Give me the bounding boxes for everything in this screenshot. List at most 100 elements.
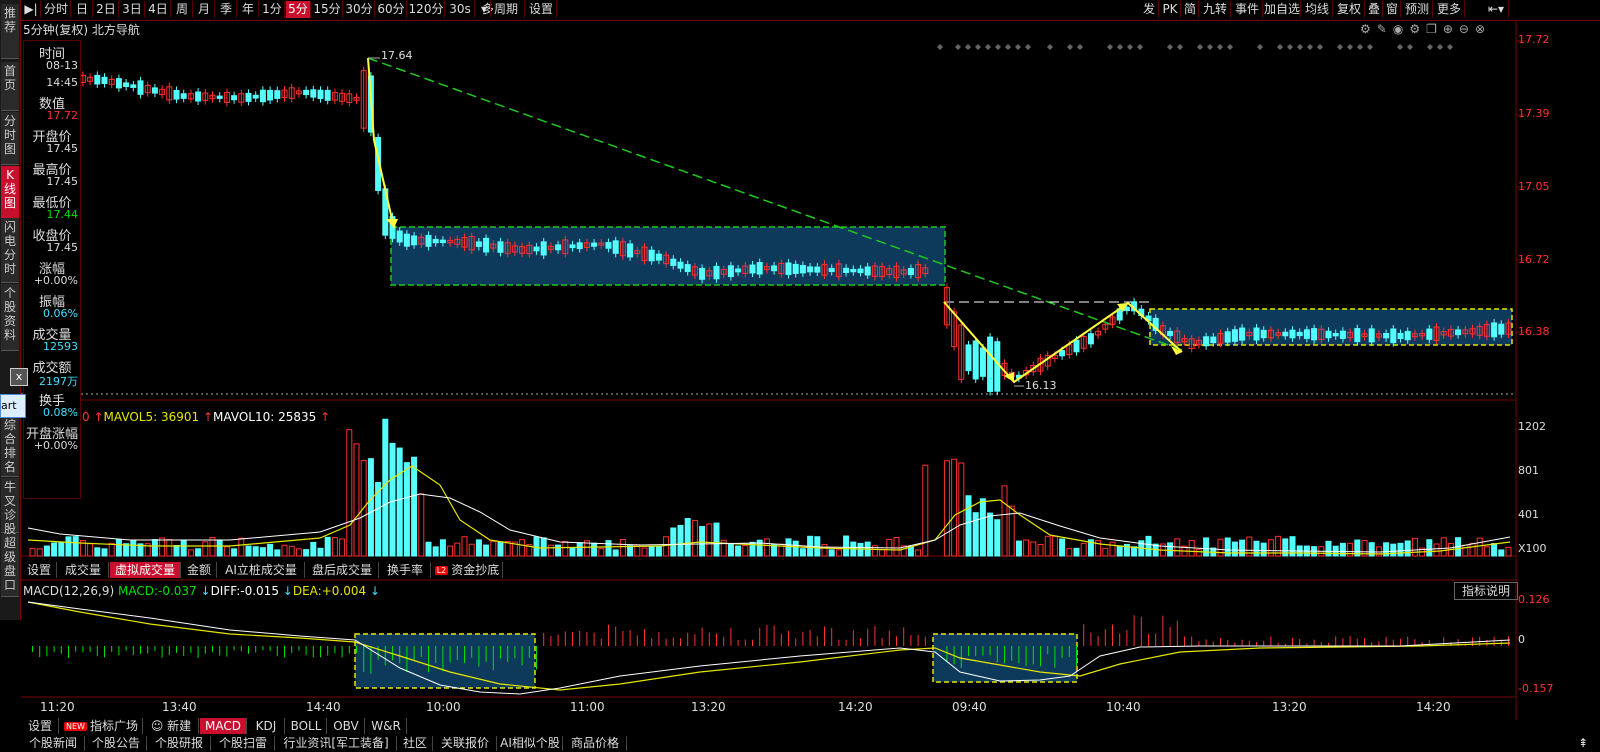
price-axis-label: 17.39	[1518, 107, 1550, 120]
volume-bar	[1498, 549, 1505, 557]
popup-start-button[interactable]: art	[0, 394, 26, 418]
signal-diamond-icon	[1127, 44, 1133, 50]
popup-close-button[interactable]: x	[10, 368, 28, 386]
volume-bar	[713, 522, 720, 557]
volume-bar	[763, 538, 770, 557]
price-axis-label: 17.05	[1518, 180, 1550, 193]
bottom-tab[interactable]: 社区	[398, 736, 433, 751]
volume-bar	[857, 542, 864, 557]
volume-bar	[576, 542, 583, 557]
collapse-icon[interactable]: ⇞	[1568, 736, 1598, 751]
volume-bar	[987, 512, 994, 557]
volume-bar	[497, 541, 504, 557]
candle-body	[252, 94, 259, 99]
volume-axis-label: 801	[1518, 464, 1539, 477]
signal-diamond-icon	[1177, 44, 1183, 50]
volume-bar	[1469, 542, 1476, 557]
quote-info-panel: 时间 08-13 14:45 数值 17.72 开盘价 17.45 最高价 17.45 最低价 17…	[23, 40, 81, 499]
volume-bar	[29, 547, 36, 557]
macd-value: -0.037	[157, 584, 197, 598]
dea-label: DEA:	[292, 584, 322, 598]
bottom-tab[interactable]: 个股扫雷	[212, 736, 275, 751]
indicator-tab[interactable]: OBV	[328, 718, 365, 734]
candle-body	[94, 74, 101, 85]
volume-tab-label: 虚拟成交量	[114, 563, 175, 577]
candle-body	[1303, 329, 1310, 339]
volume-bar	[1015, 540, 1022, 557]
volume-bar	[108, 542, 115, 557]
volume-bar	[1390, 543, 1397, 557]
candle-body	[1426, 328, 1433, 340]
info-value: 14:45	[46, 76, 78, 89]
bottom-tab[interactable]: 个股研报	[148, 736, 211, 751]
candle-body	[432, 238, 439, 244]
indicator-help-button[interactable]: 指标说明	[1454, 582, 1518, 600]
time-axis-label: 13:20	[691, 700, 726, 714]
volume-bar	[468, 543, 475, 557]
volume-tab[interactable]: 虚拟成交量	[110, 562, 181, 578]
candle-body	[130, 84, 137, 88]
dea-value: +0.004	[321, 584, 367, 598]
info-value: 0.06%	[43, 307, 78, 320]
time-axis-label: 09:40	[952, 700, 987, 714]
candle-body	[439, 239, 446, 244]
bottom-tab[interactable]: 行业资讯[军工装备]	[276, 736, 397, 751]
kline-chart[interactable]	[0, 0, 1600, 752]
bottom-tab[interactable]: 个股公告	[86, 736, 147, 751]
price-axis-label: 17.72	[1518, 33, 1550, 46]
volume-tab[interactable]: 换手率	[380, 562, 431, 578]
candle-body	[648, 249, 655, 262]
bottom-tab[interactable]: 个股新闻	[22, 736, 85, 751]
volume-bar	[216, 539, 223, 557]
volume-bar	[1131, 546, 1138, 557]
signal-diamond-icon	[1397, 44, 1403, 50]
indicator-tab[interactable]: 设置	[22, 718, 59, 734]
bottom-tab[interactable]: AI相似个股	[498, 736, 563, 751]
volume-bar	[303, 549, 310, 557]
indicator-tab[interactable]: ☺ 新建	[144, 718, 199, 734]
volume-tab[interactable]: L2 资金抄底	[432, 562, 503, 578]
indicator-tab[interactable]: NEW 指标广场	[60, 718, 143, 734]
time-axis-label: 11:00	[570, 700, 605, 714]
candle-body	[540, 241, 547, 256]
indicator-tab[interactable]: W&R	[366, 718, 407, 734]
volume-bar	[879, 549, 886, 557]
macd-axis-label: 0	[1518, 633, 1525, 646]
candle-body	[972, 340, 979, 380]
candle-body	[1239, 327, 1246, 341]
volume-tab[interactable]: 盘后成交量	[306, 562, 379, 578]
volume-tab[interactable]: 设置	[22, 562, 57, 578]
volume-bar	[958, 462, 965, 557]
volume-bar	[972, 512, 979, 557]
indicator-tab[interactable]: BOLL	[286, 718, 327, 734]
volume-bar	[238, 537, 245, 557]
candle-body	[533, 246, 540, 252]
volume-tab-label: 金额	[186, 563, 211, 577]
volume-bar	[569, 547, 576, 557]
volume-bar	[187, 549, 194, 557]
volume-tab[interactable]: 金额	[182, 562, 217, 578]
volume-bar	[540, 537, 547, 557]
indicator-tab[interactable]: KDJ	[248, 718, 285, 734]
info-value: 17.45	[46, 175, 79, 188]
bottom-tab[interactable]: 商品价格	[564, 736, 627, 751]
candle-body	[1073, 339, 1080, 353]
volume-bar	[951, 458, 958, 557]
candle-body	[684, 264, 691, 273]
candle-body	[137, 80, 144, 95]
volume-bar	[418, 493, 425, 557]
indicator-tab[interactable]: MACD	[200, 718, 247, 734]
candle-body	[1404, 331, 1411, 341]
signal-diamond-icon	[995, 44, 1001, 50]
time-axis-label: 10:00	[426, 700, 461, 714]
volume-bar	[288, 545, 295, 557]
indicator-tab-label: 设置	[27, 719, 52, 733]
volume-bar	[1397, 542, 1404, 557]
bottom-tab[interactable]: 关联报价	[434, 736, 497, 751]
candle-body	[1253, 327, 1260, 341]
volume-tab[interactable]: AI立桩成交量	[218, 562, 305, 578]
volume-tab[interactable]: 成交量	[58, 562, 109, 578]
candle-body	[151, 87, 158, 94]
volume-legend-prefix: 0	[82, 410, 90, 424]
signal-diamond-icon	[1077, 44, 1083, 50]
